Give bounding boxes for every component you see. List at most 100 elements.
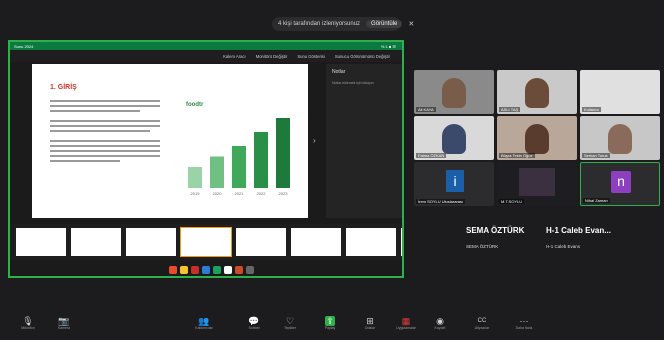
record-icon: ◉ — [436, 316, 444, 326]
screen-share-banner: 4 kişi tarafından izleniyorsunuz Görüntü… — [272, 17, 414, 31]
participant-video — [608, 124, 632, 154]
participant-tile[interactable]: Fatma ÖZKAN — [414, 116, 494, 160]
slide-title: 1. GİRİŞ — [50, 84, 77, 91]
chart-bar — [210, 156, 224, 188]
chart-bar — [276, 118, 290, 188]
close-icon[interactable]: ✕ — [408, 20, 414, 28]
participants-icon: 👥 — [198, 316, 210, 326]
app-icon[interactable] — [190, 266, 199, 274]
rooms-button[interactable]: ⊞ Odalar — [358, 316, 382, 330]
presenter-view-button[interactable]: Sunucu Görünümünü Değiştir — [335, 54, 390, 59]
slide-thumbnail[interactable] — [401, 228, 402, 256]
chart-bar — [232, 146, 246, 188]
participant-video — [442, 124, 466, 154]
rooms-icon: ⊞ — [366, 316, 374, 326]
reactions-button[interactable]: ♡ Tepkiler — [278, 316, 302, 330]
record-button[interactable]: ◉ Kaydet — [428, 316, 452, 330]
participant-tile[interactable]: Büşra Tekin Oğuz — [497, 116, 577, 160]
microphone-button[interactable]: 🎙 Mikrofon — [16, 316, 40, 330]
speaker-subname: H-1 Caleb Evans — [546, 244, 581, 249]
participant-video — [519, 168, 555, 196]
slide-text-line — [50, 140, 160, 142]
participant-name: Nihal Zaman — [583, 198, 610, 203]
slideshow-button[interactable]: Sunu Gösterisi — [297, 54, 324, 59]
slide-text-line — [50, 160, 120, 162]
chart-bar — [188, 167, 202, 188]
slide-thumbnail[interactable] — [16, 228, 66, 256]
avatar: n — [611, 171, 631, 193]
share-button[interactable]: ⇪ Paylaş — [318, 316, 342, 330]
participant-tile[interactable]: i İrem SOYLU Uluslararası — [414, 162, 494, 206]
slide-text-line — [50, 145, 160, 147]
reactions-icon: ♡ — [285, 316, 295, 326]
participant-name: M.T.SOYLU — [499, 199, 525, 204]
chart-bar — [254, 132, 268, 188]
slide-thumbnail[interactable] — [236, 228, 286, 256]
app-icon[interactable] — [201, 266, 210, 274]
captions-button[interactable]: CC Altyazılar — [470, 316, 494, 330]
slide-logo: foodtr — [186, 102, 204, 108]
avatar: i — [446, 170, 464, 192]
participant-tile[interactable]: Serkan Tutuk — [580, 116, 660, 160]
participant-name: Fatma ÖZKAN — [416, 153, 447, 158]
app-icon[interactable] — [212, 266, 221, 274]
chat-icon: 💬 — [248, 316, 260, 326]
slide-thumbnail[interactable] — [291, 228, 341, 256]
participant-tile[interactable]: Kullanıcı — [580, 70, 660, 114]
participant-video — [525, 124, 549, 154]
participant-tile[interactable]: Ali KAYA — [414, 70, 494, 114]
switch-monitor-button[interactable]: Monitörü Değiştir — [256, 54, 288, 59]
captions-icon: CC — [477, 318, 487, 324]
ppt-status: % 1 ■ ☰ — [380, 43, 396, 49]
share-icon: ⇪ — [325, 316, 335, 326]
camera-button[interactable]: 📷 Kamera — [52, 316, 76, 330]
slide-thumbnail[interactable] — [126, 228, 176, 256]
notes-placeholder[interactable]: Notlar eklemek için tıklayın — [332, 81, 374, 85]
slide-text-line — [50, 150, 160, 152]
presenter-toolbar: Kalem Aracı Monitörü Değiştir Sunu Göste… — [10, 50, 402, 62]
pen-tool-button[interactable]: Kalem Aracı — [223, 54, 246, 59]
participant-tile[interactable]: n Nihal Zaman — [580, 162, 660, 206]
chart-tick-label: 2019 — [191, 191, 201, 196]
current-slide: 1. GİRİŞ foodtr 2019 2020 2021 2022 2023 — [32, 64, 308, 218]
slide-text-line — [50, 120, 160, 122]
apps-button[interactable]: ▦ Uygulamalar — [394, 316, 418, 330]
speaker-subname: SEMA ÖZTÜRK — [466, 244, 499, 249]
participant-video — [442, 78, 466, 108]
participants-button[interactable]: 👥 Katılımcılar — [192, 316, 216, 330]
app-icon[interactable] — [245, 266, 254, 274]
slide-text-line — [50, 105, 160, 107]
speaker-name: SEMA ÖZTÜRK — [466, 226, 525, 235]
next-slide-icon[interactable]: › — [313, 136, 316, 145]
camera-icon: 📷 — [58, 316, 70, 326]
more-button[interactable]: ⋯ Daha fazla — [512, 316, 536, 330]
participant-name: Serkan Tutuk — [582, 153, 610, 158]
slide-text-line — [50, 100, 160, 102]
app-icon[interactable] — [234, 266, 243, 274]
participant-name: Ali KAYA — [416, 107, 436, 112]
slide-text-line — [50, 125, 160, 127]
slide-thumbnail[interactable] — [71, 228, 121, 256]
participant-name: İrem SOYLU Uluslararası — [416, 199, 466, 204]
app-icon[interactable] — [179, 266, 188, 274]
more-icon: ⋯ — [519, 316, 529, 326]
slide-thumbnail-strip — [10, 224, 402, 260]
participant-tile[interactable]: ASLI TAŞ — [497, 70, 577, 114]
app-icon[interactable] — [168, 266, 177, 274]
slide-text-line — [50, 130, 150, 132]
participant-tile[interactable]: M.T.SOYLU — [497, 162, 577, 206]
chat-button[interactable]: 💬 Sohbet — [242, 316, 266, 330]
app-icon[interactable] — [223, 266, 232, 274]
slide-thumbnail[interactable] — [346, 228, 396, 256]
participant-name: Kullanıcı — [582, 107, 602, 112]
shared-screen: Sunu 2024 % 1 ■ ☰ Kalem Aracı Monitörü D… — [8, 40, 404, 278]
banner-text: 4 kişi tarafından izleniyorsunuz — [278, 21, 361, 27]
participant-video — [525, 78, 549, 108]
participant-name: ASLI TAŞ — [499, 107, 521, 112]
chart-tick-label: 2023 — [279, 191, 289, 196]
chart-tick-label: 2020 — [213, 191, 223, 196]
notes-title: Notlar — [332, 69, 346, 75]
speaker-name: H-1 Caleb Evan... — [546, 226, 611, 235]
view-button[interactable]: Görüntüle — [366, 20, 403, 28]
slide-thumbnail[interactable] — [180, 227, 232, 257]
